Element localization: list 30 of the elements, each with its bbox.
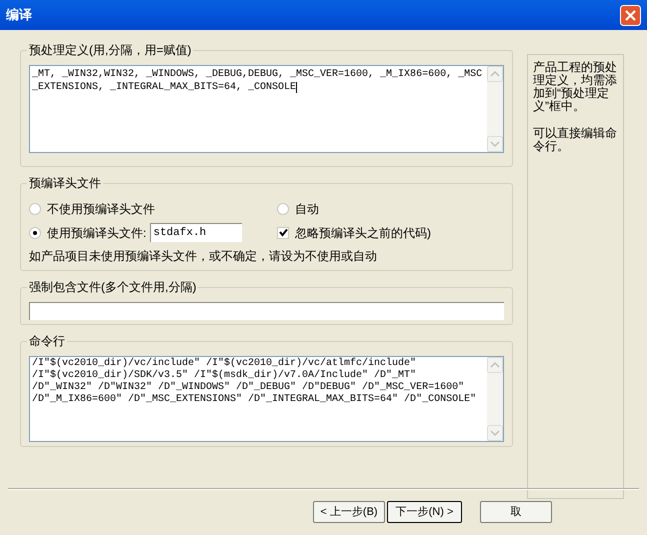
scrollbar[interactable] <box>487 357 503 441</box>
preprocessor-field[interactable]: _MT, _WIN32,WIN32, _WINDOWS, _DEBUG,DEBUG, _MSC_VER=1600, _M_IX86=600, _MSC_EXTENSIONS, _INTEGRAL_MAX_BITS=64, _CONSOLE <box>29 65 504 153</box>
window-title: 编译 <box>6 6 32 24</box>
hint-text: 如产品项目未使用预编译头文件，或不确定，请设为不使用或自动 <box>29 248 378 265</box>
ignore-checkbox[interactable]: 忽略预编译头之前的代码) <box>277 224 431 242</box>
wizard-button[interactable]: < 上一步(B) <box>313 501 385 523</box>
radio-icon[interactable] <box>29 226 41 238</box>
scrollbar[interactable] <box>487 66 503 152</box>
scroll-up-icon[interactable] <box>487 66 503 82</box>
wizard-button[interactable]: 下一步(N) > <box>387 501 462 523</box>
group-label: 命令行 <box>27 334 67 349</box>
radio-option[interactable]: 使用预编译头文件: <box>29 224 146 242</box>
radio-icon[interactable] <box>29 203 41 215</box>
wizard-button[interactable]: 取 <box>480 501 552 523</box>
radio-option[interactable]: 自动 <box>277 200 319 218</box>
close-icon[interactable] <box>620 4 641 26</box>
help-text: 可以直接编辑命令行。 <box>533 127 618 153</box>
checkbox-icon[interactable] <box>277 226 289 238</box>
help-text: 产品工程的预处理定义，均需添加到“预处理定义”框中。 <box>533 61 618 113</box>
group-label: 强制包含文件(多个文件用,分隔) <box>27 280 198 295</box>
radio-option[interactable]: 不使用预编译头文件 <box>29 200 155 218</box>
include-field[interactable] <box>29 302 504 320</box>
group-label: 预处理定义(用,分隔，用=赋值) <box>27 43 194 58</box>
header-file-field[interactable]: stdafx.h <box>150 223 242 242</box>
scroll-down-icon[interactable] <box>487 136 503 152</box>
command-line-field[interactable]: /I"$(vc2010_dir)/vc/include" /I"$(vc2010_dir)/vc/atlmfc/include" /I"$(vc2010_dir)/SDK/v3.5" /I"$(msdk_dir)/v7.0A/Include" /D"_MT" /D"_WIN32" /D"WIN32" /D"_WINDOWS" /D"_DEBUG" /D"DEBUG" /D"_MSC_VER=1600" /D"_M_IX86=600" /D"_MSC_EXTENSIONS" /D"_INTEGRAL_MAX_BITS=64" /D"_CONSOLE" <box>29 356 504 442</box>
scroll-up-icon[interactable] <box>487 357 503 373</box>
group-label: 预编译头文件 <box>27 176 103 191</box>
radio-icon[interactable] <box>277 203 289 215</box>
scroll-down-icon[interactable] <box>487 425 503 441</box>
